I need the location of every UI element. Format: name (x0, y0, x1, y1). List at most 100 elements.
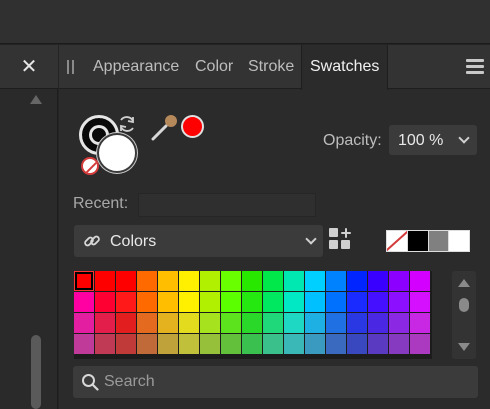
swatch-cell[interactable] (305, 334, 325, 354)
scroll-up-arrow-icon[interactable] (458, 279, 470, 287)
swatch-black[interactable] (407, 231, 429, 251)
swatch-cell[interactable] (221, 271, 241, 291)
swatch-cell[interactable] (95, 271, 115, 291)
swatch-cell[interactable] (326, 334, 346, 354)
swatch-cell[interactable] (410, 313, 430, 333)
opacity-label: Opacity: (323, 132, 382, 149)
swatch-cell[interactable] (137, 334, 157, 354)
swatch-cell[interactable] (221, 313, 241, 333)
fill-color-circle[interactable] (97, 133, 137, 173)
swatch-cell[interactable] (326, 313, 346, 333)
current-color-swatch[interactable] (181, 115, 204, 138)
swatch-cell[interactable] (389, 313, 409, 333)
tab-color[interactable]: Color (195, 45, 233, 89)
swatch-cell[interactable] (305, 313, 325, 333)
swatch-cell[interactable] (347, 271, 367, 291)
opacity-value: 100 % (398, 132, 444, 149)
scroll-down-arrow-icon[interactable] (458, 343, 470, 351)
palette-dropdown[interactable]: Colors (74, 225, 323, 257)
swatch-gray[interactable] (428, 231, 450, 251)
swatch-cell[interactable] (116, 292, 136, 312)
swatch-cell[interactable] (284, 271, 304, 291)
swatch-cell[interactable] (158, 313, 178, 333)
swatch-cell[interactable] (410, 334, 430, 354)
swatch-cell[interactable] (95, 313, 115, 333)
swap-arrows-icon[interactable] (115, 112, 139, 136)
swatch-cell[interactable] (284, 334, 304, 354)
opacity-dropdown[interactable]: 100 % (389, 125, 477, 155)
left-scrollbar-thumb[interactable] (31, 335, 41, 409)
swatch-cell[interactable] (158, 334, 178, 354)
scrollbar-thumb[interactable] (459, 298, 469, 312)
swatch-cell[interactable] (200, 271, 220, 291)
swatch-cell[interactable] (347, 313, 367, 333)
recent-colors-strip[interactable] (138, 193, 316, 217)
swatch-cell[interactable] (347, 334, 367, 354)
swatch-cell[interactable] (221, 292, 241, 312)
swatch-cell[interactable] (242, 271, 262, 291)
close-icon[interactable]: ✕ (17, 55, 41, 79)
tab-stroke[interactable]: Stroke (248, 45, 294, 89)
swatch-cell[interactable] (200, 313, 220, 333)
tab-swatches[interactable]: Swatches (301, 45, 389, 90)
swatch-cell[interactable] (326, 271, 346, 291)
swatch-cell[interactable] (95, 334, 115, 354)
swatch-cell[interactable] (137, 292, 157, 312)
swatch-cell[interactable] (347, 292, 367, 312)
swatch-cell[interactable] (74, 271, 94, 291)
scroll-up-arrow-icon[interactable] (30, 95, 42, 104)
swatch-cell[interactable] (179, 313, 199, 333)
add-palette-icon[interactable] (329, 228, 353, 252)
swatch-cell[interactable] (284, 292, 304, 312)
tab-appearance[interactable]: Appearance (93, 45, 179, 89)
swatch-white[interactable] (449, 231, 469, 251)
hamburger-menu-icon[interactable] (466, 59, 484, 75)
swatch-cell[interactable] (158, 292, 178, 312)
swatch-cell[interactable] (221, 334, 241, 354)
swatch-cell[interactable] (263, 313, 283, 333)
swatch-cell[interactable] (74, 292, 94, 312)
swatch-cell[interactable] (116, 271, 136, 291)
grip-icon[interactable] (67, 60, 75, 74)
swatch-cell[interactable] (137, 271, 157, 291)
link-icon (83, 232, 101, 250)
swatch-cell[interactable] (242, 313, 262, 333)
swatch-cell[interactable] (263, 334, 283, 354)
swatch-cell[interactable] (74, 334, 94, 354)
swatch-cell[interactable] (95, 292, 115, 312)
search-input[interactable] (104, 366, 474, 398)
swatch-cell[interactable] (263, 292, 283, 312)
swatch-cell[interactable] (326, 292, 346, 312)
swatch-cell[interactable] (200, 292, 220, 312)
swatch-cell[interactable] (368, 292, 388, 312)
swatch-cell[interactable] (284, 313, 304, 333)
swatch-cell[interactable] (74, 313, 94, 333)
swatch-cell[interactable] (368, 334, 388, 354)
swatch-cell[interactable] (389, 292, 409, 312)
swatch-cell[interactable] (242, 334, 262, 354)
swatch-cell[interactable] (410, 271, 430, 291)
swatch-cell[interactable] (137, 313, 157, 333)
swatch-cell[interactable] (116, 334, 136, 354)
swatch-cell[interactable] (200, 334, 220, 354)
left-panel: ✕ (0, 45, 58, 409)
swatch-cell[interactable] (368, 313, 388, 333)
swatch-cell[interactable] (179, 292, 199, 312)
swatch-cell[interactable] (179, 334, 199, 354)
swatch-cell[interactable] (305, 271, 325, 291)
swatch-cell[interactable] (389, 334, 409, 354)
swatch-cell[interactable] (116, 313, 136, 333)
no-color-icon[interactable] (81, 157, 99, 175)
swatch-cell[interactable] (263, 271, 283, 291)
swatch-cell[interactable] (242, 292, 262, 312)
swatch-cell[interactable] (305, 292, 325, 312)
swatch-cell[interactable] (368, 271, 388, 291)
eyedropper-icon[interactable] (149, 113, 179, 143)
swatch-cell[interactable] (389, 271, 409, 291)
swatch-cell[interactable] (410, 292, 430, 312)
swatch-cell[interactable] (158, 271, 178, 291)
swatch-none[interactable] (387, 231, 408, 251)
swatch-grid-scrollbar[interactable] (452, 271, 476, 359)
swatch-cell[interactable] (179, 271, 199, 291)
search-box[interactable] (73, 366, 478, 398)
